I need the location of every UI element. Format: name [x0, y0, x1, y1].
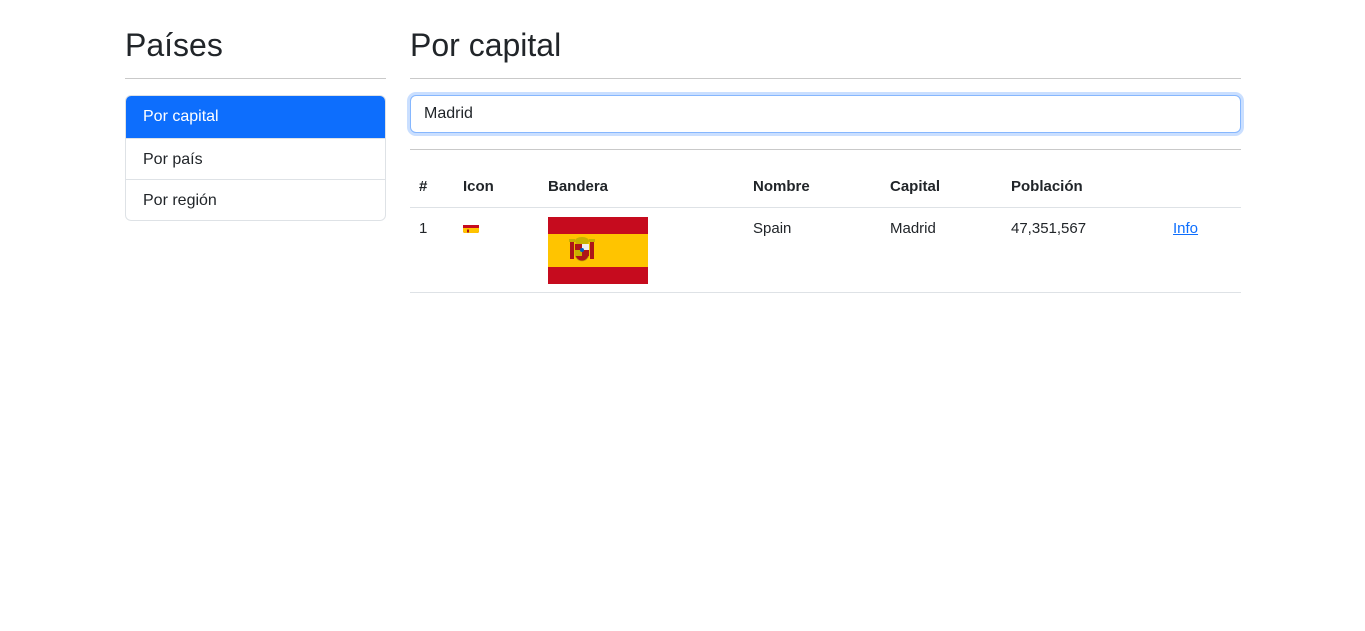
sidebar-divider — [125, 78, 386, 79]
flag-spain-icon — [463, 221, 479, 234]
results-table: # Icon Bandera Nombre Capital Población … — [410, 166, 1241, 293]
table-header-row: # Icon Bandera Nombre Capital Población — [410, 166, 1241, 208]
flag-spain-image — [548, 216, 648, 284]
row-capital: Madrid — [881, 207, 1002, 293]
nav-item-por-capital[interactable]: Por capital — [126, 96, 385, 138]
title-divider — [410, 78, 1241, 79]
header-actions — [1164, 166, 1241, 208]
header-bandera: Bandera — [539, 166, 744, 208]
search-divider — [410, 149, 1241, 150]
sidebar-title: Países — [125, 27, 223, 63]
nav-list: Por capital Por país Por región — [125, 95, 386, 221]
search-input[interactable] — [410, 95, 1241, 133]
header-icon: Icon — [454, 166, 539, 208]
nav-item-por-pais[interactable]: Por país — [126, 138, 385, 179]
row-nombre: Spain — [744, 207, 881, 293]
header-index: # — [410, 166, 454, 208]
header-nombre: Nombre — [744, 166, 881, 208]
table-row: 1 Spain Madrid 47,351,567 Info — [410, 207, 1241, 293]
header-capital: Capital — [881, 166, 1002, 208]
row-poblacion: 47,351,567 — [1002, 207, 1164, 293]
header-poblacion: Población — [1002, 166, 1164, 208]
page-title: Por capital — [410, 27, 562, 63]
nav-item-por-region[interactable]: Por región — [126, 179, 385, 220]
info-link[interactable]: Info — [1173, 220, 1198, 237]
row-index: 1 — [410, 207, 454, 293]
